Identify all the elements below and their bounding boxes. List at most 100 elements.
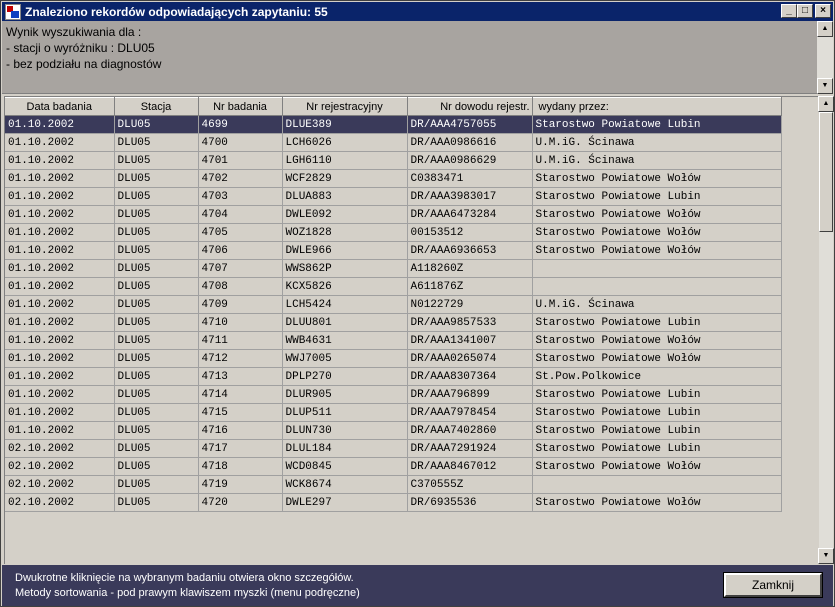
cell-registration-number: DLUR905 bbox=[282, 385, 408, 404]
table-row[interactable]: 01.10.2002 DLU05 4704 DWLE092 DR/AAA6473284 S… bbox=[5, 205, 782, 224]
cell-date: 02.10.2002 bbox=[5, 457, 115, 476]
info-scrollbar[interactable]: ▲ ▼ bbox=[817, 21, 833, 94]
results-grid[interactable]: Data badania Stacja Nr badania Nr rejest… bbox=[4, 96, 819, 564]
cell-issued-by: Starostwo Powiatowe Lubin bbox=[532, 313, 782, 332]
table-row[interactable]: 01.10.2002 DLU05 4709 LCH5424 N0122729 U.M.iG… bbox=[5, 295, 782, 314]
close-window-button[interactable]: × bbox=[815, 4, 831, 18]
cell-station: DLU05 bbox=[114, 277, 199, 296]
cell-station: DLU05 bbox=[114, 349, 199, 368]
table-row[interactable]: 01.10.2002 DLU05 4716 DLUN730 DR/AAA7402860 S… bbox=[5, 421, 782, 440]
cell-station: DLU05 bbox=[114, 439, 199, 458]
table-row[interactable]: 01.10.2002 DLU05 4702 WCF2829 C0383471 Staros… bbox=[5, 169, 782, 188]
cell-date: 01.10.2002 bbox=[5, 187, 115, 206]
header-registration-number[interactable]: Nr rejestracyjny bbox=[282, 97, 408, 116]
table-row[interactable]: 01.10.2002 DLU05 4714 DLUR905 DR/AAA796899 St… bbox=[5, 385, 782, 404]
cell-registration-document: C0383471 bbox=[407, 169, 533, 188]
cell-registration-document: DR/AAA7291924 bbox=[407, 439, 533, 458]
cell-registration-number: DLUP511 bbox=[282, 403, 408, 422]
cell-registration-document: DR/AAA6473284 bbox=[407, 205, 533, 224]
table-row[interactable]: 01.10.2002 DLU05 4710 DLUU801 DR/AAA9857533 S… bbox=[5, 313, 782, 332]
cell-station: DLU05 bbox=[114, 331, 199, 350]
table-row[interactable]: 01.10.2002 DLU05 4708 KCX5826 A611876Z bbox=[5, 277, 782, 296]
cell-station: DLU05 bbox=[114, 223, 199, 242]
cell-registration-number: DLUA883 bbox=[282, 187, 408, 206]
table-row[interactable]: 01.10.2002 DLU05 4703 DLUA883 DR/AAA3983017 S… bbox=[5, 187, 782, 206]
table-row[interactable]: 02.10.2002 DLU05 4720 DWLE297 DR/6935536 Star… bbox=[5, 493, 782, 512]
cell-date: 01.10.2002 bbox=[5, 421, 115, 440]
grid-scroll-down-icon[interactable]: ▼ bbox=[818, 548, 834, 564]
header-registration-document[interactable]: Nr dowodu rejestr. bbox=[407, 97, 533, 116]
cell-issued-by: Starostwo Powiatowe Wołów bbox=[532, 349, 782, 368]
cell-test-number: 4718 bbox=[198, 457, 283, 476]
window-title: Znaleziono rekordów odpowiadających zapy… bbox=[25, 4, 328, 19]
title-bar[interactable]: Znaleziono rekordów odpowiadających zapy… bbox=[2, 2, 833, 21]
cell-date: 01.10.2002 bbox=[5, 403, 115, 422]
cell-test-number: 4719 bbox=[198, 475, 283, 494]
cell-registration-number: WWS862P bbox=[282, 259, 408, 278]
cell-date: 01.10.2002 bbox=[5, 367, 115, 386]
table-row[interactable]: 01.10.2002 DLU05 4712 WWJ7005 DR/AAA0265074 S… bbox=[5, 349, 782, 368]
grid-scrollbar[interactable]: ▲ ▼ bbox=[818, 96, 834, 564]
cell-test-number: 4710 bbox=[198, 313, 283, 332]
cell-station: DLU05 bbox=[114, 403, 199, 422]
cell-issued-by: Starostwo Powiatowe Wołów bbox=[532, 223, 782, 242]
info-scroll-up-icon[interactable]: ▲ bbox=[817, 21, 833, 37]
cell-date: 02.10.2002 bbox=[5, 475, 115, 494]
table-row[interactable]: 01.10.2002 DLU05 4701 LGH6110 DR/AAA0986629 U… bbox=[5, 151, 782, 170]
cell-registration-number: KCX5826 bbox=[282, 277, 408, 296]
cell-registration-number: WWB4631 bbox=[282, 331, 408, 350]
cell-station: DLU05 bbox=[114, 115, 199, 134]
cell-registration-document: DR/AAA7978454 bbox=[407, 403, 533, 422]
table-row[interactable]: 01.10.2002 DLU05 4713 DPLP270 DR/AAA8307364 S… bbox=[5, 367, 782, 386]
cell-issued-by bbox=[532, 475, 782, 494]
cell-registration-document: DR/AAA1341007 bbox=[407, 331, 533, 350]
table-row[interactable]: 01.10.2002 DLU05 4706 DWLE966 DR/AAA6936653 S… bbox=[5, 241, 782, 260]
table-row[interactable]: 02.10.2002 DLU05 4719 WCK8674 C370555Z bbox=[5, 475, 782, 494]
grid-scroll-thumb[interactable] bbox=[819, 112, 833, 232]
table-row[interactable]: 01.10.2002 DLU05 4711 WWB4631 DR/AAA1341007 S… bbox=[5, 331, 782, 350]
maximize-button[interactable]: □ bbox=[797, 4, 813, 18]
cell-registration-number: WCF2829 bbox=[282, 169, 408, 188]
header-test-number[interactable]: Nr badania bbox=[198, 97, 283, 116]
cell-test-number: 4704 bbox=[198, 205, 283, 224]
cell-registration-number: DWLE297 bbox=[282, 493, 408, 512]
cell-date: 01.10.2002 bbox=[5, 385, 115, 404]
cell-station: DLU05 bbox=[114, 241, 199, 260]
close-button[interactable]: Zamknij bbox=[723, 572, 823, 598]
table-row[interactable]: 01.10.2002 DLU05 4700 LCH6026 DR/AAA0986616 U… bbox=[5, 133, 782, 152]
cell-registration-document: DR/AAA4757055 bbox=[407, 115, 533, 134]
cell-station: DLU05 bbox=[114, 493, 199, 512]
cell-test-number: 4712 bbox=[198, 349, 283, 368]
table-row[interactable]: 01.10.2002 DLU05 4699 DLUE389 DR/AAA4757055 S… bbox=[5, 115, 782, 134]
cell-issued-by: Starostwo Powiatowe Wołów bbox=[532, 331, 782, 350]
minimize-button[interactable]: _ bbox=[781, 4, 797, 18]
cell-registration-document: DR/AAA0986616 bbox=[407, 133, 533, 152]
results-table: Data badania Stacja Nr badania Nr rejest… bbox=[5, 97, 782, 512]
header-issued-by[interactable]: wydany przez: bbox=[532, 97, 782, 116]
cell-date: 01.10.2002 bbox=[5, 133, 115, 152]
cell-issued-by: Starostwo Powiatowe Wołów bbox=[532, 493, 782, 512]
cell-test-number: 4716 bbox=[198, 421, 283, 440]
table-row[interactable]: 02.10.2002 DLU05 4718 WCD0845 DR/AAA8467012 S… bbox=[5, 457, 782, 476]
table-row[interactable]: 01.10.2002 DLU05 4705 WOZ1828 00153512 Staros… bbox=[5, 223, 782, 242]
cell-issued-by bbox=[532, 259, 782, 278]
table-row[interactable]: 01.10.2002 DLU05 4715 DLUP511 DR/AAA7978454 S… bbox=[5, 403, 782, 422]
cell-date: 01.10.2002 bbox=[5, 295, 115, 314]
cell-registration-document: A611876Z bbox=[407, 277, 533, 296]
header-date[interactable]: Data badania bbox=[5, 97, 115, 116]
table-row[interactable]: 02.10.2002 DLU05 4717 DLUL184 DR/AAA7291924 S… bbox=[5, 439, 782, 458]
cell-issued-by: Starostwo Powiatowe Lubin bbox=[532, 115, 782, 134]
cell-registration-number: LGH6110 bbox=[282, 151, 408, 170]
cell-registration-document: 00153512 bbox=[407, 223, 533, 242]
cell-test-number: 4711 bbox=[198, 331, 283, 350]
header-station[interactable]: Stacja bbox=[114, 97, 199, 116]
criteria-line-1: Wynik wyszukiwania dla : bbox=[6, 25, 142, 39]
table-row[interactable]: 01.10.2002 DLU05 4707 WWS862P A118260Z bbox=[5, 259, 782, 278]
app-icon[interactable] bbox=[5, 3, 21, 20]
info-scroll-down-icon[interactable]: ▼ bbox=[817, 78, 833, 94]
cell-issued-by: Starostwo Powiatowe Wołów bbox=[532, 241, 782, 260]
cell-date: 01.10.2002 bbox=[5, 277, 115, 296]
grid-scroll-up-icon[interactable]: ▲ bbox=[818, 96, 834, 112]
cell-registration-document: N0122729 bbox=[407, 295, 533, 314]
criteria-line-2: - stacji o wyróżniku : DLU05 bbox=[6, 41, 155, 55]
